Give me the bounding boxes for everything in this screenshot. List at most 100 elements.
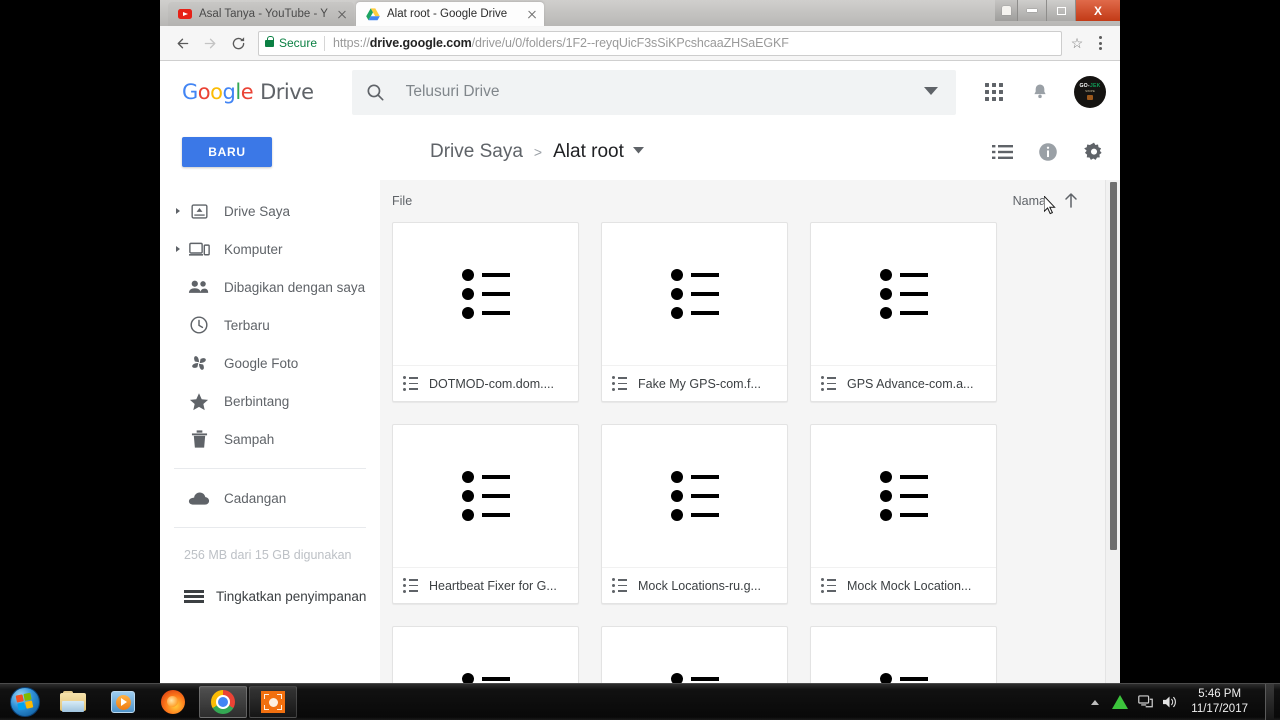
show-desktop-button[interactable] bbox=[1265, 684, 1274, 720]
taskbar-firefox[interactable] bbox=[149, 686, 197, 718]
back-arrow-icon[interactable] bbox=[168, 29, 196, 57]
bullet-list-icon bbox=[811, 223, 996, 365]
taskbar-file-explorer[interactable] bbox=[49, 686, 97, 718]
secure-label: Secure bbox=[279, 36, 318, 50]
sidebar-item-label: Google Foto bbox=[224, 355, 299, 371]
file-card[interactable] bbox=[601, 626, 788, 683]
search-input[interactable]: Telusuri Drive bbox=[351, 69, 956, 115]
star-icon[interactable]: ☆ bbox=[1066, 35, 1088, 52]
sidebar-item-sampah[interactable]: Sampah bbox=[160, 420, 380, 458]
file-card-footer: Mock Locations-ru.g... bbox=[602, 567, 787, 603]
expand-arrow-icon[interactable] bbox=[170, 246, 186, 252]
cloud-icon bbox=[186, 491, 212, 506]
close-icon[interactable] bbox=[526, 8, 538, 20]
arrow-up-icon[interactable] bbox=[1064, 192, 1078, 211]
toolbar-icon-group bbox=[990, 140, 1106, 164]
file-card[interactable]: Heartbeat Fixer for G... bbox=[392, 424, 579, 604]
taskbar-screen-recorder[interactable] bbox=[249, 686, 297, 718]
tab-google-drive[interactable]: Alat root - Google Drive bbox=[356, 2, 544, 26]
sidebar-item-label: Dibagikan dengan saya bbox=[224, 279, 366, 295]
file-card[interactable]: GPS Advance-com.a... bbox=[810, 222, 997, 402]
reload-icon[interactable] bbox=[224, 29, 252, 57]
file-card[interactable]: Mock Mock Location... bbox=[810, 424, 997, 604]
close-icon[interactable] bbox=[336, 8, 348, 20]
sidebar-item-terbaru[interactable]: Terbaru bbox=[160, 306, 380, 344]
file-name: Fake My GPS-com.f... bbox=[638, 376, 761, 391]
file-card[interactable]: Mock Locations-ru.g... bbox=[601, 424, 788, 604]
sidebar-item-label: Drive Saya bbox=[224, 203, 291, 219]
window-controls: X bbox=[995, 0, 1120, 21]
breadcrumb-separator: > bbox=[533, 143, 543, 160]
sidebar-item-label: Cadangan bbox=[224, 490, 287, 506]
file-card[interactable] bbox=[810, 626, 997, 683]
bell-icon[interactable] bbox=[1028, 80, 1052, 104]
sidebar-item-label: Sampah bbox=[224, 431, 275, 447]
taskbar-clock[interactable]: 5:46 PM 11/17/2017 bbox=[1187, 687, 1256, 717]
divider bbox=[174, 468, 366, 469]
sidebar-item-berbintang[interactable]: Berbintang bbox=[160, 382, 380, 420]
bullet-list-small-icon bbox=[403, 376, 419, 391]
close-window-button[interactable]: X bbox=[1075, 0, 1120, 21]
google-drive-logo[interactable]: Google Drive bbox=[182, 80, 314, 104]
address-bar[interactable]: Secure https://drive.google.com/drive/u/… bbox=[258, 30, 1062, 56]
bullet-list-icon bbox=[602, 223, 787, 365]
sidebar-item-cadangan[interactable]: Cadangan bbox=[160, 479, 380, 517]
clock-date: 11/17/2017 bbox=[1191, 703, 1248, 715]
bullet-list-small-icon bbox=[612, 578, 628, 593]
bullet-list-icon bbox=[811, 627, 996, 683]
file-card[interactable]: Fake My GPS-com.f... bbox=[601, 222, 788, 402]
tray-expand-icon[interactable] bbox=[1087, 694, 1103, 710]
sidebar-item-komputer[interactable]: Komputer bbox=[160, 230, 380, 268]
tab-strip: Asal Tanya - YouTube - Y Alat root - Goo… bbox=[160, 0, 1120, 26]
bullet-list-icon bbox=[393, 223, 578, 365]
start-button[interactable] bbox=[2, 685, 48, 719]
breadcrumb-root[interactable]: Drive Saya bbox=[430, 141, 523, 163]
breadcrumb-current[interactable]: Alat root bbox=[553, 141, 624, 163]
network-icon[interactable] bbox=[1137, 694, 1153, 710]
sort-label[interactable]: Nama bbox=[1013, 194, 1046, 208]
chevron-down-icon[interactable] bbox=[632, 146, 644, 157]
green-triangle-icon[interactable] bbox=[1112, 694, 1129, 710]
speaker-icon[interactable] bbox=[1162, 694, 1178, 710]
tab-title: Asal Tanya - YouTube - Y bbox=[199, 8, 328, 20]
close-label: X bbox=[1093, 3, 1102, 18]
taskbar-chrome[interactable] bbox=[199, 686, 247, 718]
divider-2 bbox=[174, 527, 366, 528]
list-view-icon[interactable] bbox=[990, 140, 1014, 164]
file-card[interactable]: DOTMOD-com.dom.... bbox=[392, 222, 579, 402]
chevron-down-icon[interactable] bbox=[924, 83, 944, 101]
browser-toolbar: Secure https://drive.google.com/drive/u/… bbox=[160, 26, 1120, 61]
sidebar-item-dibagikan-dengan-saya[interactable]: Dibagikan dengan saya bbox=[160, 268, 380, 306]
file-card-footer: DOTMOD-com.dom.... bbox=[393, 365, 578, 401]
clock-icon bbox=[186, 315, 212, 335]
scrollbar-thumb[interactable] bbox=[1110, 182, 1117, 550]
taskbar-media-player[interactable] bbox=[99, 686, 147, 718]
sidebar-item-label: Komputer bbox=[224, 241, 283, 257]
expand-arrow-icon[interactable] bbox=[170, 208, 186, 214]
file-card-footer: Mock Mock Location... bbox=[811, 567, 996, 603]
bullet-list-small-icon bbox=[612, 376, 628, 391]
tab-youtube[interactable]: Asal Tanya - YouTube - Y bbox=[168, 2, 354, 26]
vertical-scrollbar[interactable] bbox=[1105, 180, 1120, 683]
file-grid: DOTMOD-com.dom.... Fake My GPS-com.f... bbox=[380, 222, 1120, 683]
info-icon[interactable] bbox=[1036, 140, 1060, 164]
file-card[interactable] bbox=[392, 626, 579, 683]
apps-grid-icon[interactable] bbox=[982, 80, 1006, 104]
search-icon bbox=[364, 82, 388, 103]
sidebar-item-google-foto[interactable]: Google Foto bbox=[160, 344, 380, 382]
drive-toolbar: BARU Drive Saya > Alat root bbox=[160, 123, 1120, 180]
kebab-menu-icon[interactable] bbox=[1088, 36, 1112, 50]
section-label: File bbox=[392, 194, 413, 208]
people-icon bbox=[186, 279, 212, 295]
sidebar-item-drive-saya[interactable]: Drive Saya bbox=[160, 192, 380, 230]
avatar-badge bbox=[1087, 95, 1093, 101]
new-button[interactable]: BARU bbox=[182, 136, 272, 167]
clock-time: 5:46 PM bbox=[1198, 688, 1242, 700]
maximize-button[interactable] bbox=[1046, 0, 1075, 21]
desktop: Asal Tanya - YouTube - Y Alat root - Goo… bbox=[0, 0, 1280, 720]
minimize-button[interactable] bbox=[1017, 0, 1046, 21]
avatar[interactable]: GO-JEK SWIPE bbox=[1074, 76, 1106, 108]
gear-icon[interactable] bbox=[1082, 140, 1106, 164]
user-icon[interactable] bbox=[995, 0, 1017, 21]
upgrade-storage-button[interactable]: Tingkatkan penyimpanan bbox=[160, 576, 380, 616]
